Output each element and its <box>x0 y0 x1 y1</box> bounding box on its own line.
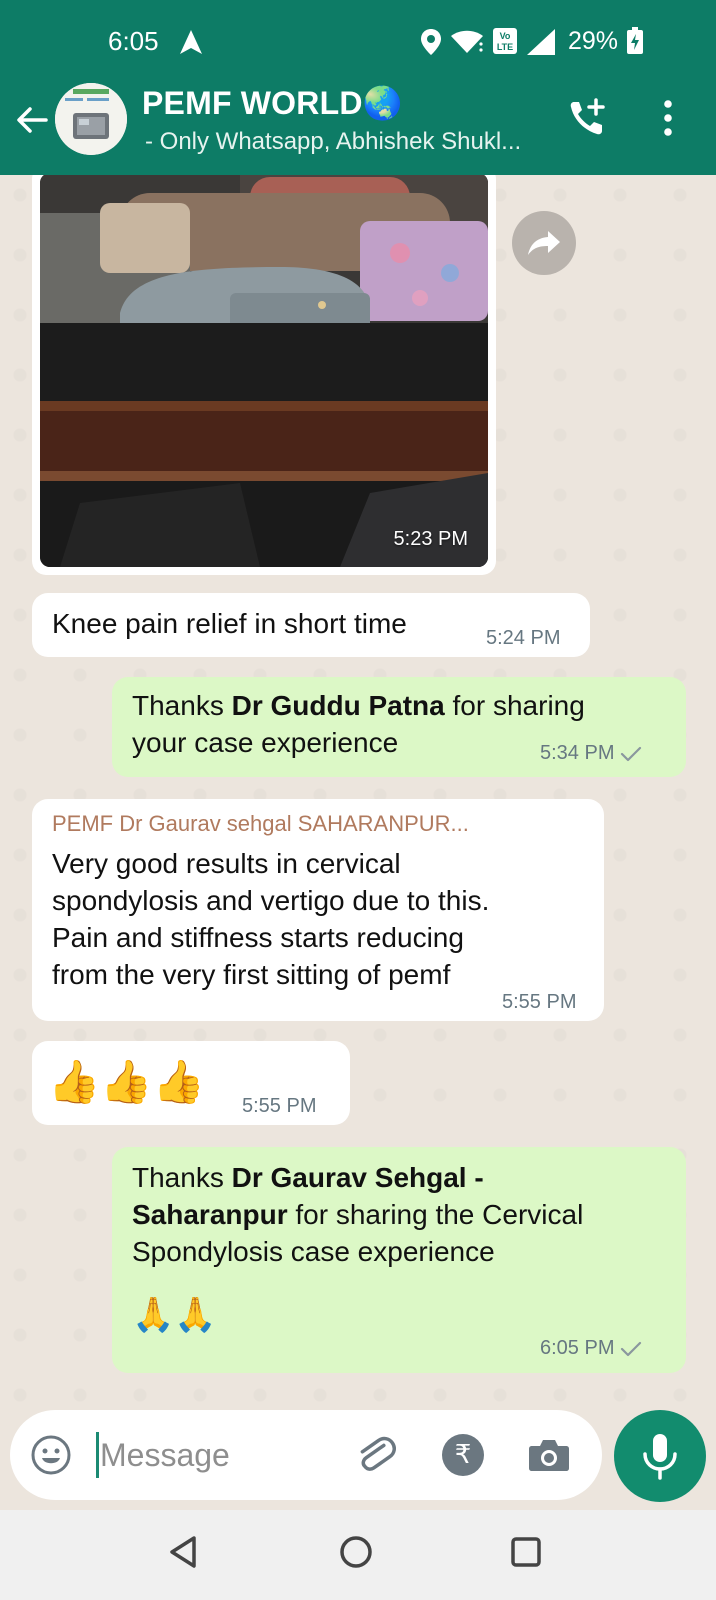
text-cursor <box>96 1432 99 1478</box>
message-time: 5:23 PM <box>393 528 468 550</box>
mic-icon <box>643 1434 677 1480</box>
nav-home-icon[interactable] <box>336 1532 376 1572</box>
message-time: 5:24 PM <box>486 627 561 649</box>
message-line: spondylosis and vertigo due to this. <box>52 885 490 916</box>
message-text-part: Spondylosis case experience <box>132 1236 495 1267</box>
back-arrow-icon[interactable] <box>14 102 50 138</box>
sent-tick-icon <box>621 1341 642 1356</box>
volte-icon: Vo LTE <box>493 28 517 54</box>
message-time: 5:55 PM <box>242 1095 317 1117</box>
wifi-icon <box>451 30 483 53</box>
nav-recents-icon[interactable] <box>508 1534 544 1570</box>
chat-topbar: PEMF WORLD🌏 - Only Whatsapp, Abhishek Sh… <box>0 80 716 175</box>
image-message[interactable]: 5:23 PM <box>32 175 496 575</box>
battery-percentage: 29% <box>567 27 618 55</box>
emoji-message: 👍👍👍 <box>48 1057 205 1106</box>
message-text-part: for sharing the Cervical <box>287 1199 584 1230</box>
mention-name: Saharanpur <box>132 1199 288 1230</box>
message-photo[interactable]: 5:23 PM <box>40 175 488 567</box>
message-text-part: Thanks <box>132 690 232 721</box>
app-header: 6:05 Vo LTE 29% PEMF WORLD🌏 - Only Whats… <box>0 0 716 175</box>
message-time-text: 5:34 PM <box>540 742 615 764</box>
attach-icon[interactable] <box>352 1432 398 1478</box>
status-bar: 6:05 Vo LTE 29% <box>0 0 716 80</box>
chat-subtitle[interactable]: - Only Whatsapp, Abhishek Shukl... <box>145 128 521 156</box>
signal-icon <box>527 29 555 55</box>
system-navigation-bar <box>0 1510 716 1600</box>
outgoing-message[interactable]: Thanks Dr Guddu Patna for sharing your c… <box>112 677 686 777</box>
message-text: Very good results in cervical spondylosi… <box>52 845 592 993</box>
navigation-arrow-icon <box>180 30 202 54</box>
message-time: 6:05 PM <box>540 1337 642 1360</box>
message-text-part: your case experience <box>132 727 399 758</box>
location-icon <box>421 29 441 55</box>
message-line: Pain and stiffness starts reducing <box>52 922 464 953</box>
more-options-icon[interactable] <box>656 98 680 138</box>
avatar-image <box>55 83 127 155</box>
svg-text:LTE: LTE <box>497 42 513 52</box>
outgoing-message[interactable]: Thanks Dr Gaurav Sehgal - Saharanpur for… <box>112 1147 686 1373</box>
battery-icon <box>627 27 643 54</box>
message-input[interactable] <box>100 1430 340 1480</box>
emoji-text: 🙏🙏 <box>132 1295 217 1335</box>
status-time: 6:05 <box>108 26 159 56</box>
nav-back-icon[interactable] <box>166 1532 200 1572</box>
message-time: 5:34 PM <box>540 742 642 765</box>
chat-title[interactable]: PEMF WORLD🌏 <box>142 84 403 122</box>
camera-icon[interactable] <box>526 1432 572 1478</box>
incoming-message[interactable]: PEMF Dr Gaurav sehgal SAHARANPUR... Very… <box>32 799 604 1021</box>
message-line: Very good results in cervical <box>52 848 401 879</box>
voice-message-button[interactable] <box>614 1410 706 1502</box>
message-time: 5:55 PM <box>502 991 577 1013</box>
mention-name: Dr Gaurav Sehgal - <box>231 1162 484 1193</box>
message-text-part: Thanks <box>132 1162 232 1193</box>
message-text: Knee pain relief in short time <box>52 608 407 639</box>
mention-name: Dr Guddu Patna <box>231 690 445 721</box>
chat-messages-area[interactable]: 5:23 PM Knee pain relief in short time 5… <box>0 175 716 1410</box>
group-avatar[interactable] <box>55 83 127 155</box>
message-text: Thanks Dr Gaurav Sehgal - Saharanpur for… <box>132 1159 672 1270</box>
sent-tick-icon <box>621 746 642 761</box>
add-call-icon[interactable] <box>566 96 610 140</box>
message-time-text: 6:05 PM <box>540 1337 615 1359</box>
emoji-icon[interactable] <box>30 1434 72 1476</box>
message-text-part: for sharing <box>444 690 585 721</box>
forward-icon <box>528 231 560 255</box>
svg-text:Vo: Vo <box>500 31 511 41</box>
photo-content <box>40 175 488 567</box>
rupee-icon[interactable]: ₹ <box>442 1434 484 1476</box>
message-line: from the very first sitting of pemf <box>52 959 451 990</box>
message-composer: ₹ <box>10 1410 602 1500</box>
sender-name[interactable]: PEMF Dr Gaurav sehgal SAHARANPUR... <box>52 811 469 837</box>
incoming-message[interactable]: Knee pain relief in short time 5:24 PM <box>32 593 590 657</box>
forward-button[interactable] <box>512 211 576 275</box>
incoming-message[interactable]: 👍👍👍 5:55 PM <box>32 1041 350 1125</box>
